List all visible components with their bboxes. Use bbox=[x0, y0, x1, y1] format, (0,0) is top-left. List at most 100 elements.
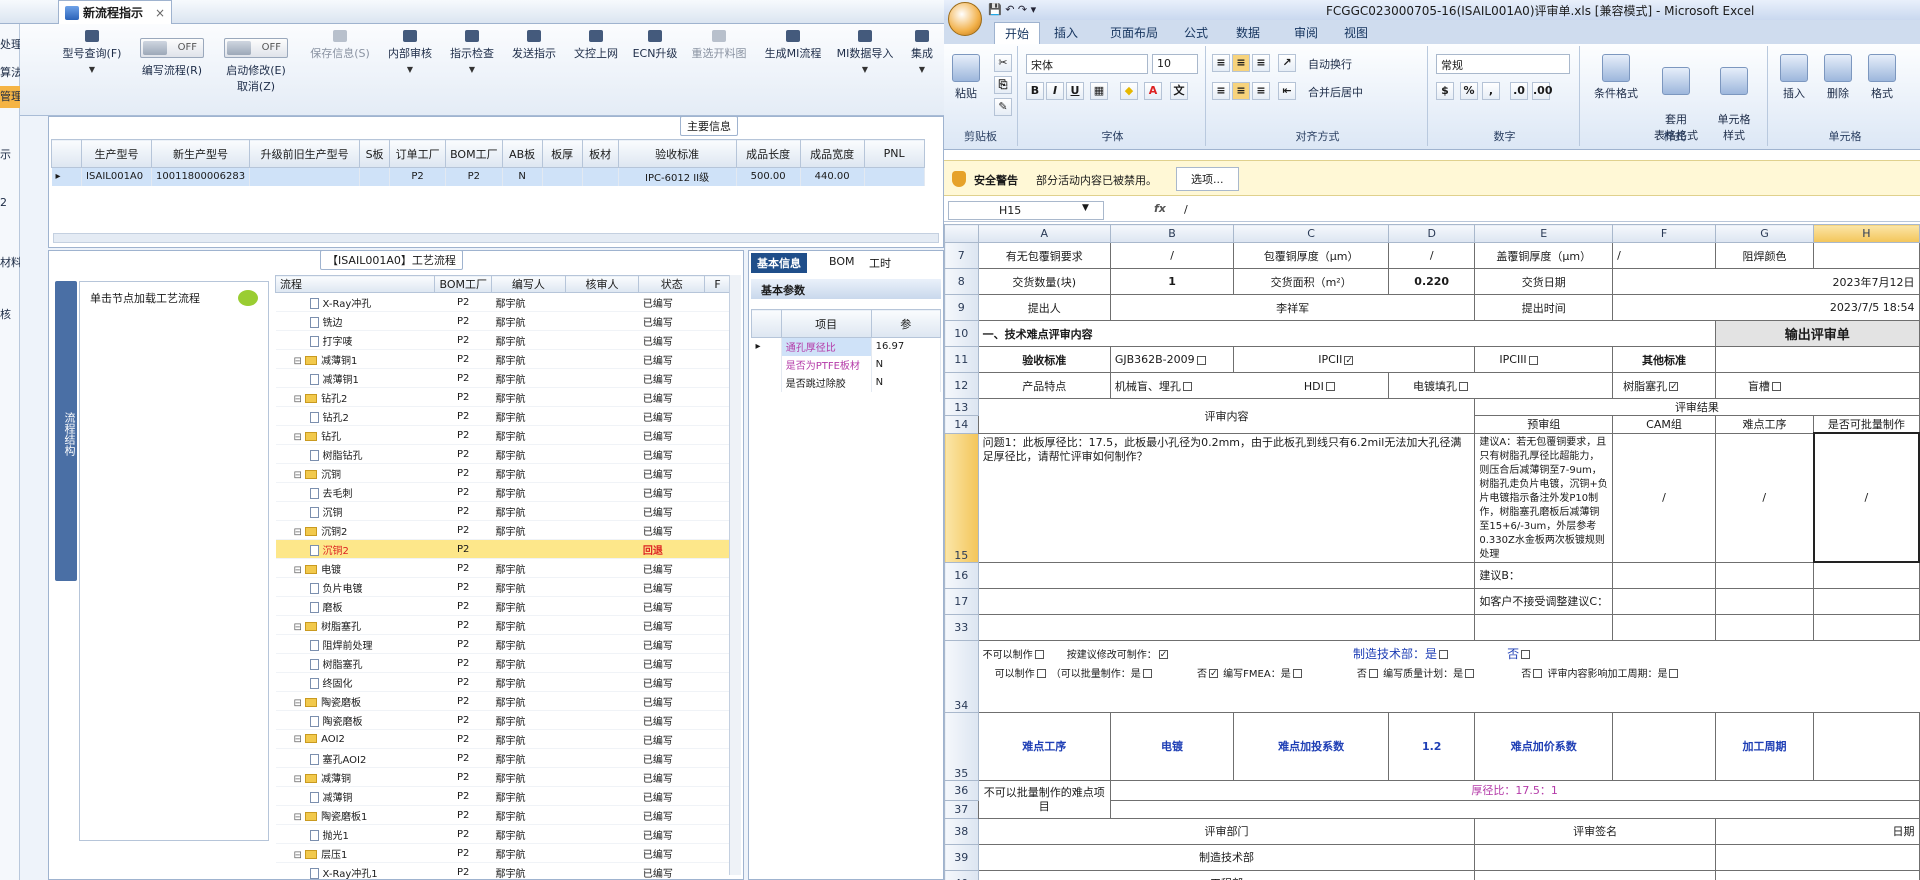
flow-reviewer-cell[interactable] bbox=[565, 463, 639, 483]
nav-item-instruction[interactable]: 示 bbox=[0, 146, 20, 162]
flow-tree-row[interactable]: 树脂塞孔 P2 鄢宇航 已编写 bbox=[275, 653, 731, 673]
flow-reviewer-cell[interactable] bbox=[565, 539, 639, 559]
flow-bom-cell[interactable]: P2 bbox=[434, 349, 492, 369]
flow-status-cell[interactable]: 已编写 bbox=[638, 482, 705, 502]
flow-status-cell[interactable]: 已编写 bbox=[638, 311, 705, 331]
cell[interactable]: / bbox=[1612, 432, 1716, 563]
collapse-icon[interactable]: ⊟ bbox=[294, 850, 306, 861]
checkbox[interactable] bbox=[1034, 650, 1044, 659]
column-header[interactable]: B bbox=[1109, 224, 1235, 243]
cell[interactable]: 交货面积（m²） bbox=[1233, 268, 1390, 295]
column-header[interactable]: 流程 bbox=[275, 275, 436, 293]
cancel-button[interactable]: 取消(Z) bbox=[237, 80, 275, 93]
column-header[interactable]: 板材 bbox=[581, 139, 619, 168]
cell[interactable]: 评审签名 bbox=[1474, 817, 1716, 845]
flow-status-cell[interactable]: 已编写 bbox=[638, 330, 705, 350]
flow-status-cell[interactable]: 已编写 bbox=[638, 805, 705, 825]
column-header[interactable]: G bbox=[1714, 224, 1815, 243]
flow-writer-cell[interactable]: 鄢宇航 bbox=[491, 615, 566, 635]
row-header[interactable]: 38 bbox=[944, 817, 979, 845]
row-header[interactable]: 9 bbox=[944, 294, 979, 321]
cell[interactable] bbox=[1474, 869, 1716, 880]
flow-reviewer-cell[interactable] bbox=[565, 368, 639, 388]
tab-bom[interactable]: BOM bbox=[823, 253, 861, 273]
flow-bom-cell[interactable]: P2 bbox=[434, 672, 492, 692]
flow-bom-cell[interactable]: P2 bbox=[434, 463, 492, 483]
flow-tree-row[interactable]: ⊟ 树脂塞孔 P2 鄢宇航 已编写 bbox=[275, 615, 731, 635]
row-header[interactable]: 7 bbox=[944, 242, 979, 269]
align-bottom-icon[interactable]: ≡ bbox=[1252, 54, 1270, 72]
column-header[interactable]: 升级前旧生产型号 bbox=[249, 139, 361, 168]
cell[interactable]: CAM组 bbox=[1612, 415, 1716, 434]
flow-tree-row[interactable]: X-Ray冲孔1 P2 鄢宇航 已编写 bbox=[275, 862, 731, 880]
toggle-switch[interactable]: OFF bbox=[140, 38, 204, 58]
flow-tree-row[interactable]: ⊟ 陶瓷磨板1 P2 鄢宇航 已编写 bbox=[275, 805, 731, 825]
collapse-icon[interactable]: ⊟ bbox=[294, 812, 306, 823]
column-header[interactable]: AB板 bbox=[501, 139, 543, 168]
flow-reviewer-cell[interactable] bbox=[565, 311, 639, 331]
cell[interactable]: 盖覆铜厚度（μm） bbox=[1474, 242, 1614, 269]
delete-cells-button[interactable]: 删除 bbox=[1818, 54, 1858, 101]
flow-reviewer-cell[interactable] bbox=[565, 482, 639, 502]
flow-tree-row[interactable]: ⊟ 层压1 P2 鄢宇航 已编写 bbox=[275, 843, 731, 863]
cell[interactable] bbox=[1612, 561, 1716, 589]
row-header[interactable]: 12 bbox=[944, 372, 979, 399]
cell[interactable]: 工程部 bbox=[977, 869, 1476, 880]
flow-status-cell[interactable]: 已编写 bbox=[638, 368, 705, 388]
align-middle-icon[interactable]: ≡ bbox=[1232, 54, 1250, 72]
flow-writer-cell[interactable]: 鄢宇航 bbox=[491, 330, 566, 350]
flow-tree-row[interactable]: 减薄铜1 P2 鄢宇航 已编写 bbox=[275, 368, 731, 388]
flow-structure-tab[interactable]: 流程结构 bbox=[55, 281, 77, 581]
flow-tree-row[interactable]: 减薄铜 P2 鄢宇航 已编写 bbox=[275, 786, 731, 806]
ecn-upgrade-button[interactable]: ECN升级 bbox=[630, 30, 680, 61]
cell[interactable] bbox=[977, 587, 1476, 615]
flow-tree-row[interactable]: ⊟ 沉铜 P2 鄢宇航 已编写 bbox=[275, 463, 731, 483]
flow-writer-cell[interactable]: 鄢宇航 bbox=[491, 311, 566, 331]
flow-bom-cell[interactable]: P2 bbox=[434, 425, 492, 445]
flow-writer-cell[interactable]: 鄢宇航 bbox=[491, 406, 566, 426]
cell[interactable]: 有无包覆铜要求 bbox=[977, 242, 1111, 269]
selected-cell-h15[interactable]: / bbox=[1812, 432, 1920, 563]
flow-tree-row[interactable]: ⊟ 减薄铜1 P2 鄢宇航 已编写 bbox=[275, 349, 731, 369]
cell[interactable]: 电镀填孔 bbox=[1388, 372, 1614, 399]
row-header[interactable]: 16 bbox=[944, 561, 979, 589]
column-header[interactable]: S板 bbox=[359, 139, 391, 168]
flow-reviewer-cell[interactable] bbox=[565, 406, 639, 426]
fill-color-icon[interactable]: ◆ bbox=[1120, 82, 1138, 100]
cell[interactable]: 难点工序 bbox=[1714, 415, 1815, 434]
cell[interactable]: 盲槽 bbox=[1714, 372, 1920, 399]
column-header[interactable]: PNL bbox=[863, 139, 925, 168]
decrease-indent-icon[interactable]: ⇤ bbox=[1278, 82, 1296, 100]
flow-reviewer-cell[interactable] bbox=[565, 748, 639, 768]
flow-bom-cell[interactable]: P2 bbox=[434, 387, 492, 407]
checkbox[interactable] bbox=[1182, 382, 1192, 391]
insert-cells-button[interactable]: 插入 bbox=[1774, 54, 1814, 101]
flow-bom-cell[interactable]: P2 bbox=[434, 444, 492, 464]
copy-icon[interactable]: ⎘ bbox=[994, 76, 1012, 94]
flow-tree-row[interactable]: ⊟ AOI2 P2 鄢宇航 已编写 bbox=[275, 729, 731, 749]
flow-tree-row[interactable]: ⊟ 钻孔 P2 鄢宇航 已编写 bbox=[275, 425, 731, 445]
underline-icon[interactable]: U bbox=[1066, 82, 1084, 100]
cell[interactable]: 阻焊颜色 bbox=[1714, 242, 1815, 269]
row-header[interactable]: 8 bbox=[944, 268, 979, 295]
column-header[interactable]: 成品长度 bbox=[735, 139, 801, 168]
flow-bom-cell[interactable]: P2 bbox=[434, 748, 492, 768]
toggle-switch[interactable]: OFF bbox=[224, 38, 288, 58]
flow-writer-cell[interactable]: 鄢宇航 bbox=[491, 786, 566, 806]
flow-reviewer-cell[interactable] bbox=[565, 862, 639, 880]
collapse-icon[interactable]: ⊟ bbox=[294, 394, 306, 405]
flow-reviewer-cell[interactable] bbox=[565, 653, 639, 673]
cell[interactable] bbox=[1714, 346, 1920, 373]
column-header[interactable]: 板厚 bbox=[541, 139, 583, 168]
quick-access-toolbar[interactable]: 💾 ↶ ↷ ▾ bbox=[988, 3, 1036, 16]
tab-basic-info[interactable]: 基本信息 bbox=[751, 253, 807, 273]
column-header[interactable]: 项目 bbox=[780, 309, 872, 338]
flow-status-cell[interactable]: 已编写 bbox=[638, 387, 705, 407]
row-header[interactable]: 40 bbox=[944, 869, 979, 880]
cell[interactable]: 评审部门 bbox=[977, 817, 1476, 845]
nav-item-material[interactable]: 材料 bbox=[0, 254, 20, 270]
phonetic-icon[interactable]: 文 bbox=[1170, 82, 1188, 100]
flow-bom-cell[interactable]: P2 bbox=[434, 862, 492, 880]
flow-status-cell[interactable]: 已编写 bbox=[638, 634, 705, 654]
row-header[interactable]: 17 bbox=[944, 587, 979, 615]
